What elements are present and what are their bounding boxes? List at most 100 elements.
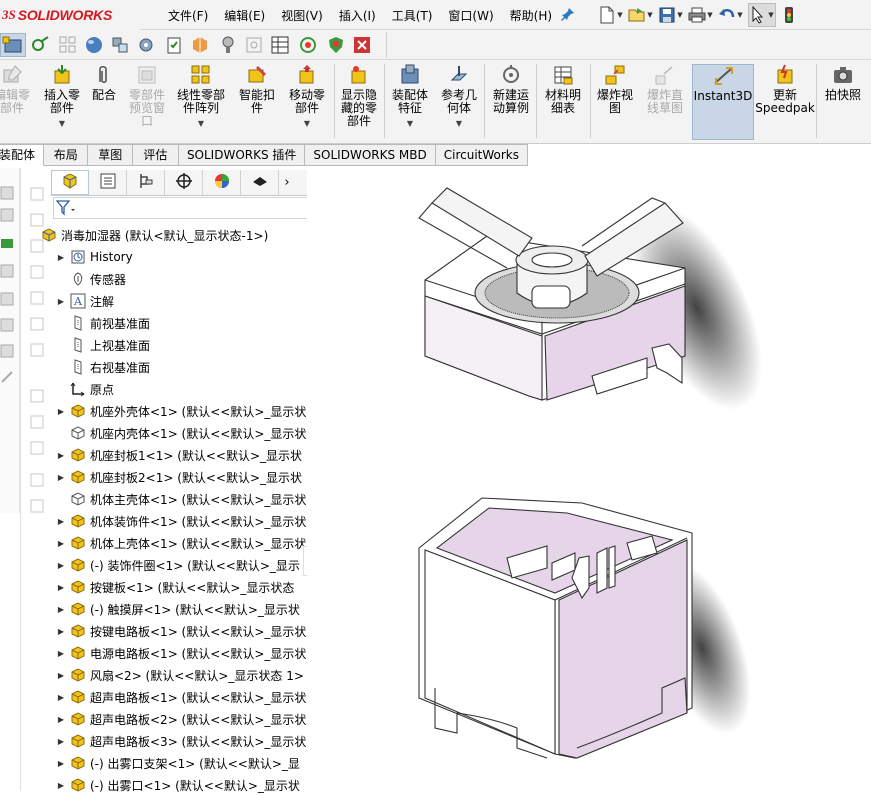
smart-dimension-icon[interactable] [30, 35, 50, 55]
tree-item[interactable]: 右视基准面 [55, 356, 307, 378]
linear-pattern-button[interactable]: 线性零部 件阵列 ▼ [172, 64, 230, 140]
tree-item[interactable]: ▶ 机座封板1<1> (默认<<默认>_显示状 [55, 444, 307, 466]
tool-icon[interactable] [0, 186, 14, 200]
expand-arrow-icon[interactable]: ▶ [55, 407, 67, 416]
tree-item[interactable]: 上视基准面 [55, 334, 307, 356]
tool-icon[interactable] [0, 236, 14, 250]
tree-item[interactable]: ▶ 机体上壳体<1> (默认<<默认>_显示状 [55, 532, 307, 554]
bom-button[interactable]: 材料明 细表 [540, 64, 586, 140]
tree-item[interactable]: ▶ (-) 出雾口<1> (默认<<默认>_显示状 [55, 774, 307, 796]
tree-item[interactable]: ▶ 按键电路板<1> (默认<<默认>_显示状 [55, 620, 307, 642]
take-snapshot-button[interactable]: 拍快照 [818, 64, 868, 140]
expand-arrow-icon[interactable]: ▶ [55, 715, 67, 724]
pin-icon[interactable] [561, 7, 575, 21]
chevron-down-icon[interactable]: ▼ [616, 11, 624, 19]
assembly-mode-icon[interactable] [0, 33, 26, 57]
chevron-down-icon[interactable]: ▼ [767, 11, 775, 19]
menu-help[interactable]: 帮助(H) [502, 7, 560, 24]
graphics-viewport[interactable] [307, 168, 871, 791]
instant3d-button[interactable]: Instant3D [692, 64, 754, 140]
expand-arrow-icon[interactable]: ▶ [55, 561, 67, 570]
new-button[interactable]: ▼ [598, 3, 624, 27]
chevron-down-icon[interactable]: ▼ [198, 117, 204, 130]
tab-configurationmanager[interactable] [127, 170, 165, 195]
expand-arrow-icon[interactable]: ▶ [55, 781, 67, 790]
target-icon[interactable] [298, 35, 318, 55]
tab-evaluate[interactable]: 评估 [132, 144, 179, 166]
tree-item[interactable]: ▶ (-) 出雾口支架<1> (默认<<默认>_显 [55, 752, 307, 774]
expand-arrow-icon[interactable]: ▶ [55, 759, 67, 768]
bom-table-icon[interactable] [270, 35, 290, 55]
tree-item[interactable]: 原点 [55, 378, 307, 400]
chevron-down-icon[interactable]: ▼ [706, 11, 714, 19]
save-button[interactable]: ▼ [658, 3, 684, 27]
exploded-view-button[interactable]: 爆炸视 图 [592, 64, 638, 140]
tree-item[interactable]: ▶ A 注解 [55, 290, 307, 312]
expand-arrow-icon[interactable]: ▶ [55, 605, 67, 614]
grid-parts-icon[interactable] [58, 35, 78, 55]
menu-insert[interactable]: 插入(I) [331, 7, 384, 24]
reference-geometry-button[interactable]: 参考几 何体 ▼ [436, 64, 482, 140]
expand-arrow-icon[interactable]: ▶ [55, 253, 67, 262]
tree-item[interactable]: ▶ 风扇<2> (默认<<默认>_显示状态 1> [55, 664, 307, 686]
tool-icon[interactable] [0, 292, 14, 306]
tab-sketch[interactable]: 草图 [88, 144, 133, 166]
sphere-icon[interactable] [84, 35, 104, 55]
menu-window[interactable]: 窗口(W) [440, 7, 501, 24]
tool-icon[interactable] [0, 344, 14, 358]
assembly-features-button[interactable]: 装配体 特征 ▼ [388, 64, 432, 140]
chevron-down-icon[interactable]: ▼ [676, 11, 684, 19]
simulation-icon[interactable] [352, 35, 372, 55]
tab-assembly[interactable]: 装配体 [0, 144, 45, 166]
expand-arrow-icon[interactable]: ▶ [55, 671, 67, 680]
update-speedpak-button[interactable]: 更新 Speedpak [755, 64, 815, 140]
explode-line-sketch-button[interactable]: 爆炸直 线草图 [640, 64, 690, 140]
tab-displaymanager[interactable] [203, 170, 241, 195]
expand-arrow-icon[interactable]: ▶ [55, 517, 67, 526]
menu-file[interactable]: 文件(F) [160, 7, 216, 24]
chevron-down-icon[interactable]: ▼ [736, 11, 744, 19]
clipboard-check-icon[interactable] [164, 35, 184, 55]
expand-arrow-icon[interactable]: ▶ [55, 451, 67, 460]
tab-circuitworks[interactable]: CircuitWorks [435, 144, 528, 166]
expand-arrow-icon[interactable]: ▶ [55, 649, 67, 658]
expand-arrow-icon[interactable]: ▶ [55, 473, 67, 482]
chevron-right-icon[interactable]: › [279, 170, 295, 195]
expand-arrow-icon[interactable]: ▶ [55, 297, 67, 306]
tree-item[interactable]: ▶ 机体装饰件<1> (默认<<默认>_显示状 [55, 510, 307, 532]
chevron-down-icon[interactable]: ▼ [456, 117, 462, 130]
tree-item[interactable]: ▶ 电源电路板<1> (默认<<默认>_显示状 [55, 642, 307, 664]
shield-icon[interactable] [326, 35, 346, 55]
open-button[interactable]: ▼ [628, 3, 654, 27]
print-button[interactable]: ▼ [688, 3, 714, 27]
expand-arrow-icon[interactable]: ▶ [55, 627, 67, 636]
tree-item[interactable]: 前视基准面 [55, 312, 307, 334]
tab-cam[interactable] [241, 170, 279, 195]
tab-propertymanager[interactable] [89, 170, 127, 195]
tree-item[interactable]: ▶ 机座封板2<1> (默认<<默认>_显示状 [55, 466, 307, 488]
tree-item[interactable]: ▶ History [55, 246, 307, 268]
tree-filter[interactable] [53, 197, 323, 219]
lamp-icon[interactable] [218, 35, 238, 55]
tool-icon[interactable] [0, 264, 14, 278]
expand-arrow-icon[interactable]: ▶ [55, 693, 67, 702]
chevron-down-icon[interactable]: ▼ [304, 117, 310, 130]
tool-icon[interactable] [0, 370, 14, 384]
tree-item[interactable]: ▶ (-) 装饰件圈<1> (默认<<默认>_显示 [55, 554, 307, 576]
chevron-down-icon[interactable]: ▼ [646, 11, 654, 19]
tree-item[interactable]: ▶ 按键板<1> (默认<<默认>_显示状态 [55, 576, 307, 598]
tree-item[interactable]: ▶ 超声电路板<1> (默认<<默认>_显示状 [55, 686, 307, 708]
new-motion-study-button[interactable]: 新建运 动算例 [488, 64, 534, 140]
component-preview-button[interactable]: 零部件 预览窗 口 [124, 64, 170, 140]
tab-solidworks-addins[interactable]: SOLIDWORKS 插件 [178, 144, 306, 166]
appearance-icon[interactable] [190, 35, 210, 55]
hole-series-icon[interactable] [244, 35, 264, 55]
tree-item[interactable]: ▶ 机座外壳体<1> (默认<<默认>_显示状 [55, 400, 307, 422]
tree-item[interactable]: ▶ (-) 触摸屏<1> (默认<<默认>_显示状 [55, 598, 307, 620]
expand-arrow-icon[interactable]: ▶ [55, 539, 67, 548]
tree-item[interactable]: 机体主壳体<1> (默认<<默认>_显示状 [55, 488, 307, 510]
chevron-down-icon[interactable]: ▼ [407, 117, 413, 130]
tree-root[interactable]: 消毒加湿器 (默认<默认_显示状态-1>) [41, 224, 307, 246]
tool-icon[interactable] [0, 208, 14, 222]
rebuild-button[interactable] [780, 3, 798, 27]
